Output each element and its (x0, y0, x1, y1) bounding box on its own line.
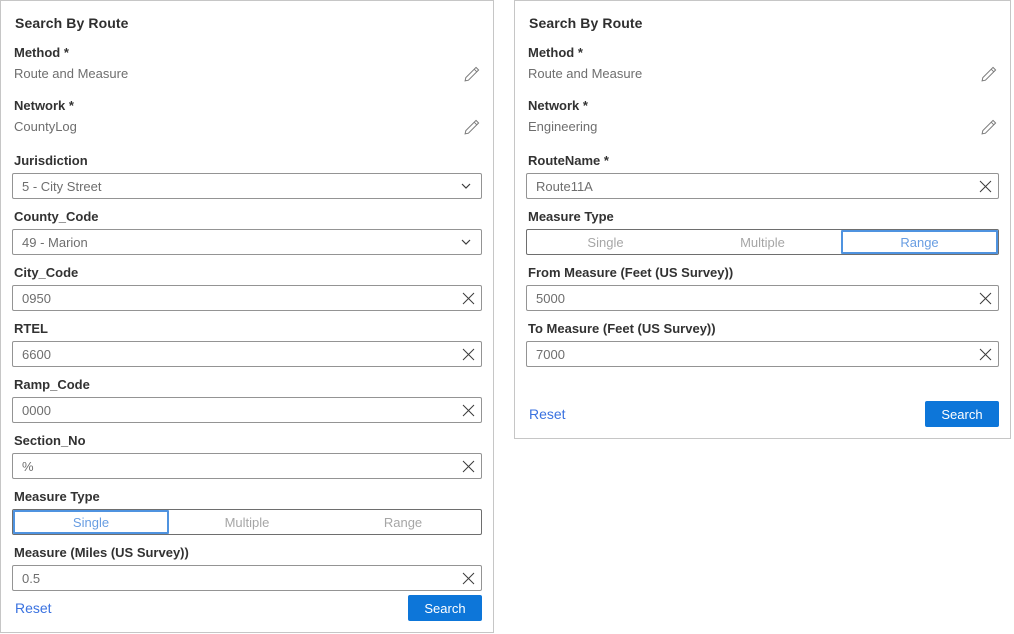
rtel-label: RTEL (12, 321, 482, 336)
method-label: Method * (12, 45, 482, 60)
pencil-edit-icon (980, 65, 998, 83)
clear-x-icon (979, 348, 992, 361)
clear-x-icon (462, 404, 475, 417)
clear-x-icon (979, 180, 992, 193)
rtel-field: RTEL (12, 321, 482, 367)
clear-x-icon (462, 348, 475, 361)
chevron-down-icon (461, 183, 471, 189)
search-button[interactable]: Search (408, 595, 482, 621)
county-code-selected-value: 49 - Marion (22, 235, 88, 250)
route-name-field: RouteName * (526, 153, 999, 199)
clear-x-icon (979, 292, 992, 305)
clear-x-icon (462, 292, 475, 305)
measure-type-option-single[interactable]: Single (13, 510, 169, 534)
measure-type-option-single[interactable]: Single (527, 230, 684, 254)
method-value: Route and Measure (14, 65, 128, 83)
to-measure-label: To Measure (Feet (US Survey)) (526, 321, 999, 336)
clear-x-icon (462, 572, 475, 585)
jurisdiction-selected-value: 5 - City Street (22, 179, 101, 194)
to-measure-field: To Measure (Feet (US Survey)) (526, 321, 999, 367)
panel-title: Search By Route (12, 15, 482, 31)
network-label: Network * (526, 98, 999, 113)
network-value: Engineering (528, 118, 597, 136)
ramp-code-field: Ramp_Code (12, 377, 482, 423)
ramp-code-input[interactable] (13, 398, 455, 422)
jurisdiction-label: Jurisdiction (12, 153, 482, 168)
pencil-edit-icon (463, 65, 481, 83)
clear-to-measure-button[interactable] (972, 342, 998, 366)
clear-section-no-button[interactable] (455, 454, 481, 478)
search-by-route-panel-left: Search By Route Method * Route and Measu… (0, 0, 494, 633)
measure-type-field: Measure Type Single Multiple Range (526, 209, 999, 255)
city-code-field: City_Code (12, 265, 482, 311)
clear-measure-button[interactable] (455, 566, 481, 590)
measure-type-segmented-control: Single Multiple Range (12, 509, 482, 535)
county-code-field: County_Code 49 - Marion (12, 209, 482, 255)
city-code-input[interactable] (13, 286, 455, 310)
clear-from-measure-button[interactable] (972, 286, 998, 310)
ramp-code-label: Ramp_Code (12, 377, 482, 392)
clear-route-name-button[interactable] (972, 174, 998, 198)
measure-type-option-range[interactable]: Range (325, 510, 481, 534)
clear-rtel-button[interactable] (455, 342, 481, 366)
pencil-edit-icon (980, 118, 998, 136)
method-value: Route and Measure (528, 65, 642, 83)
section-no-field: Section_No (12, 433, 482, 479)
page: Search By Route Method * Route and Measu… (0, 0, 1014, 633)
chevron-down-icon (461, 239, 471, 245)
measure-type-option-range[interactable]: Range (841, 230, 998, 254)
measure-type-segmented-control: Single Multiple Range (526, 229, 999, 255)
jurisdiction-select[interactable]: 5 - City Street (12, 173, 482, 199)
method-field: Method * Route and Measure (12, 45, 482, 84)
network-label: Network * (12, 98, 482, 113)
edit-network-button[interactable] (462, 117, 482, 137)
measure-type-option-multiple[interactable]: Multiple (684, 230, 841, 254)
county-code-select[interactable]: 49 - Marion (12, 229, 482, 255)
section-no-label: Section_No (12, 433, 482, 448)
measure-type-label: Measure Type (526, 209, 999, 224)
network-field: Network * Engineering (526, 98, 999, 137)
measure-type-field: Measure Type Single Multiple Range (12, 489, 482, 535)
measure-field: Measure (Miles (US Survey)) (12, 545, 482, 591)
panel-footer: Reset Search (526, 401, 999, 427)
clear-city-code-button[interactable] (455, 286, 481, 310)
method-label: Method * (526, 45, 999, 60)
panel-title: Search By Route (526, 15, 999, 31)
section-no-input[interactable] (13, 454, 455, 478)
route-name-label: RouteName * (526, 153, 999, 168)
search-by-route-panel-right: Search By Route Method * Route and Measu… (514, 0, 1011, 439)
edit-method-button[interactable] (462, 64, 482, 84)
county-code-label: County_Code (12, 209, 482, 224)
measure-input[interactable] (13, 566, 455, 590)
reset-link[interactable]: Reset (15, 600, 52, 616)
method-field: Method * Route and Measure (526, 45, 999, 84)
city-code-label: City_Code (12, 265, 482, 280)
measure-type-label: Measure Type (12, 489, 482, 504)
measure-type-option-multiple[interactable]: Multiple (169, 510, 325, 534)
rtel-input[interactable] (13, 342, 455, 366)
clear-x-icon (462, 460, 475, 473)
panel-footer: Reset Search (12, 595, 482, 621)
reset-link[interactable]: Reset (529, 406, 566, 422)
network-field: Network * CountyLog (12, 98, 482, 137)
route-name-input[interactable] (527, 174, 972, 198)
jurisdiction-field: Jurisdiction 5 - City Street (12, 153, 482, 199)
measure-label: Measure (Miles (US Survey)) (12, 545, 482, 560)
network-value: CountyLog (14, 118, 77, 136)
edit-method-button[interactable] (979, 64, 999, 84)
pencil-edit-icon (463, 118, 481, 136)
search-button[interactable]: Search (925, 401, 999, 427)
to-measure-input[interactable] (527, 342, 972, 366)
from-measure-input[interactable] (527, 286, 972, 310)
from-measure-field: From Measure (Feet (US Survey)) (526, 265, 999, 311)
from-measure-label: From Measure (Feet (US Survey)) (526, 265, 999, 280)
clear-ramp-code-button[interactable] (455, 398, 481, 422)
edit-network-button[interactable] (979, 117, 999, 137)
